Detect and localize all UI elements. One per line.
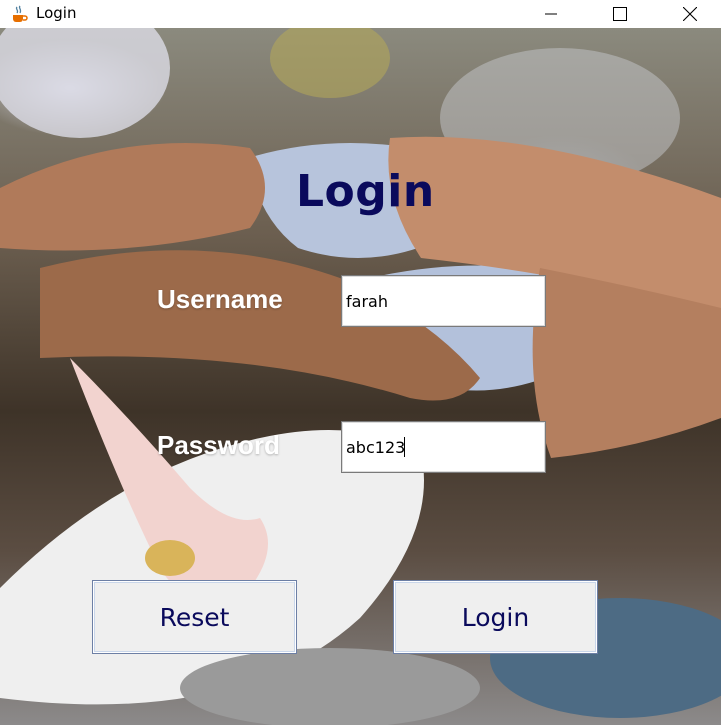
title-bar[interactable]: Login [0,0,721,28]
close-icon [683,7,697,21]
login-button[interactable]: Login [393,580,598,654]
text-caret [404,437,405,457]
maximize-icon [613,7,627,21]
username-field[interactable] [341,275,546,327]
password-label: Password [157,430,280,460]
maximize-button[interactable] [597,0,643,28]
close-button[interactable] [667,0,713,28]
java-cup-icon [13,5,28,22]
login-heading: Login [296,166,435,217]
login-window: Login Login Username farah Password abc1… [0,0,721,725]
username-label: Username [157,284,283,314]
minimize-button[interactable] [528,0,574,28]
minimize-icon [545,13,557,15]
window-title: Login [36,4,77,22]
reset-button[interactable]: Reset [92,580,297,654]
content-panel: Login Username Password Reset Login [0,28,721,725]
password-field[interactable] [341,421,546,473]
